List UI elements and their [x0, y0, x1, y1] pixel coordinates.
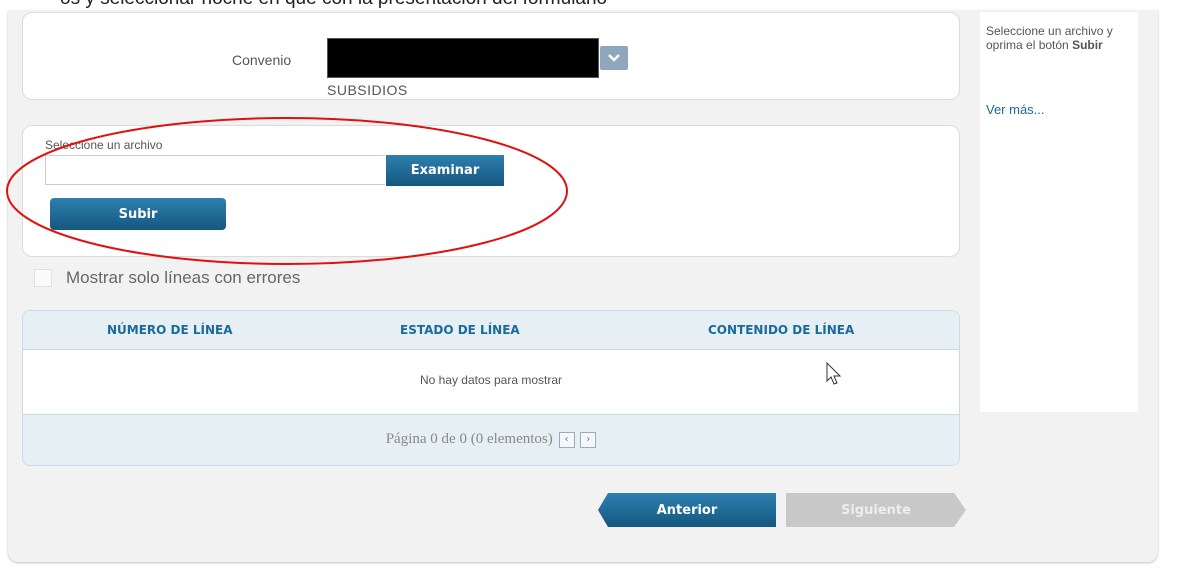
errors-only-filter[interactable]: Mostrar solo líneas con errores — [34, 268, 300, 288]
next-button-label: Siguiente — [841, 502, 911, 518]
help-text-emphasis: Subir — [1072, 38, 1103, 52]
column-header-line-status[interactable]: ESTADO DE LÍNEA — [400, 323, 520, 337]
errors-only-label: Mostrar solo líneas con errores — [66, 268, 301, 287]
upload-card — [22, 125, 960, 257]
page-instruction-text: os y seleccionar noche en que con la pre… — [60, 0, 607, 10]
convenio-label: Convenio — [232, 52, 292, 68]
grid-pager: Página 0 de 0 (0 elementos) ‹ › — [23, 414, 959, 465]
browse-button[interactable]: Examinar — [386, 155, 504, 186]
grid-empty-message: No hay datos para mostrar — [419, 373, 563, 387]
chevron-down-icon[interactable] — [600, 46, 628, 70]
next-button[interactable]: Siguiente — [786, 493, 966, 527]
upload-label: Seleccione un archivo — [45, 138, 163, 152]
previous-button-label: Anterior — [656, 502, 718, 518]
convenio-select[interactable] — [327, 38, 599, 78]
chevron-left-icon[interactable]: ‹ — [558, 431, 575, 448]
results-grid: NÚMERO DE LÍNEA ESTADO DE LÍNEA CONTENID… — [22, 310, 960, 466]
errors-only-checkbox[interactable] — [34, 269, 52, 287]
help-panel — [980, 12, 1138, 412]
file-path-input[interactable] — [45, 155, 385, 185]
pager-text: Página 0 de 0 (0 elementos) — [385, 431, 553, 447]
column-header-line-content[interactable]: CONTENIDO DE LÍNEA — [708, 323, 854, 337]
mouse-pointer-icon — [826, 362, 842, 385]
grid-header: NÚMERO DE LÍNEA ESTADO DE LÍNEA CONTENID… — [23, 311, 959, 350]
upload-button[interactable]: Subir — [50, 198, 226, 230]
help-text: Seleccione un archivo y oprima el botón … — [986, 24, 1136, 52]
previous-button[interactable]: Anterior — [598, 493, 776, 527]
column-header-line-number[interactable]: NÚMERO DE LÍNEA — [107, 323, 233, 337]
convenio-subtext: SUBSIDIOS — [327, 82, 408, 98]
chevron-right-icon[interactable]: › — [580, 431, 597, 448]
help-more-link[interactable]: Ver más... — [986, 102, 1045, 117]
